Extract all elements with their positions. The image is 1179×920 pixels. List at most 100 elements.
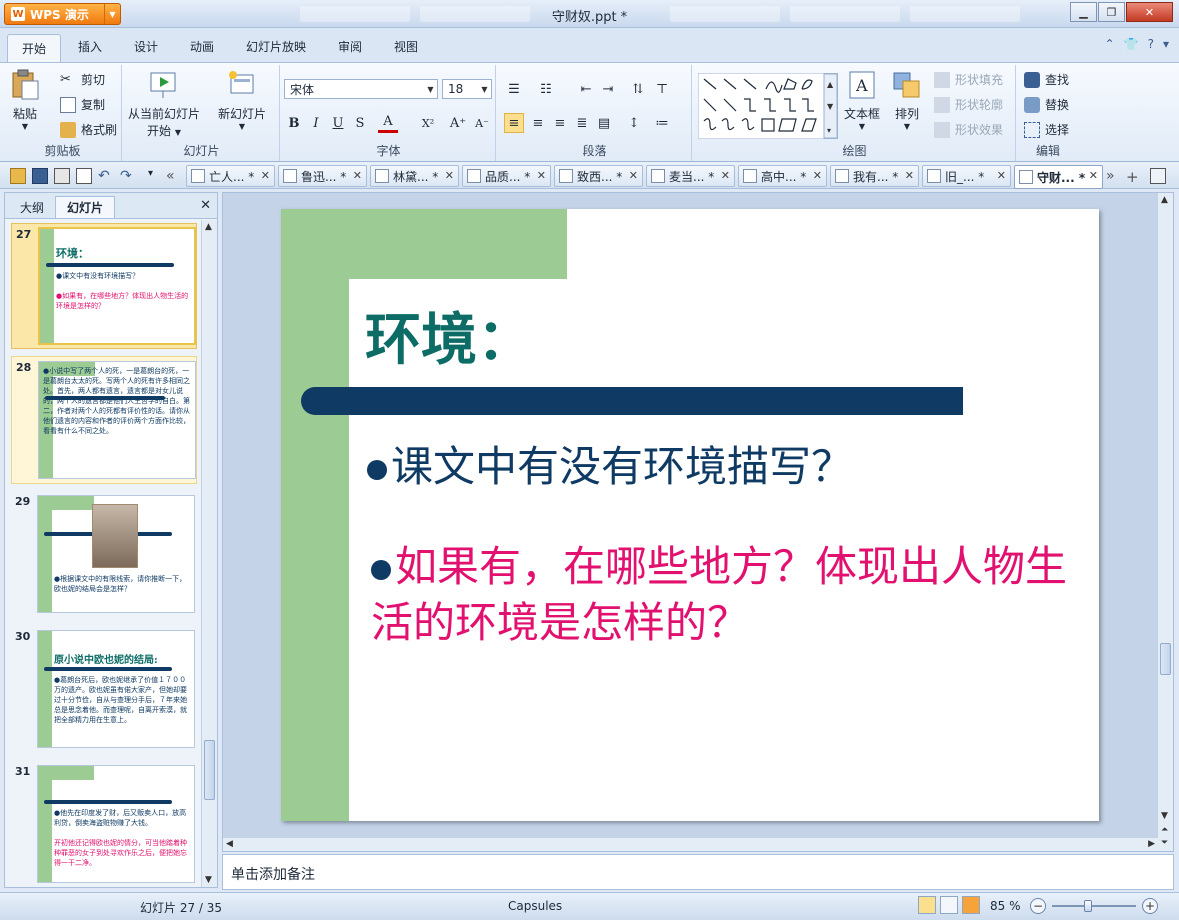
arrange-button[interactable]: 排列 ▼ <box>892 69 922 131</box>
close-tab-icon[interactable]: ✕ <box>629 169 638 182</box>
doc-tab[interactable]: 鲁迅... * ✕ <box>278 165 367 187</box>
tab-home[interactable]: 开始 <box>7 34 61 62</box>
slide-thumbnail-30[interactable]: 30 原小说中欧也妮的结局: ●葛朗台死后，欧也妮继承了价值１７００万的遗产。欧… <box>11 626 197 754</box>
underline-button[interactable]: U <box>328 113 348 133</box>
slide-horizontal-scrollbar[interactable]: ◀ ▶ <box>223 837 1158 851</box>
close-tab-icon[interactable]: ✕ <box>353 169 362 182</box>
font-name-select[interactable]: 宋体 ▼ <box>284 79 438 99</box>
next-slide-icon[interactable]: ⏷ <box>1161 838 1168 848</box>
cut-button[interactable]: ✂ 剪切 <box>60 71 105 88</box>
new-slide-button[interactable]: 新幻灯片 ▼ <box>218 69 266 131</box>
close-tab-icon[interactable]: ✕ <box>261 169 270 182</box>
normal-view-icon[interactable] <box>918 896 936 914</box>
close-tab-icon[interactable]: ✕ <box>1089 169 1098 182</box>
shape-effect-button[interactable]: 形状效果 <box>934 121 1003 138</box>
close-tab-icon[interactable]: ✕ <box>997 169 1006 182</box>
tab-review[interactable]: 审阅 <box>338 38 362 55</box>
distributed-icon[interactable]: ▤ <box>594 113 614 133</box>
scroll-up-icon[interactable]: ▲ <box>1161 195 1168 205</box>
redo-icon[interactable]: ↷ <box>120 168 136 184</box>
align-text-icon[interactable]: ⊤ <box>652 79 672 99</box>
new-tab-icon[interactable]: + <box>1126 168 1142 186</box>
align-right-icon[interactable]: ≡ <box>550 113 570 133</box>
doc-tab-active[interactable]: 守财... * ✕ <box>1014 165 1103 189</box>
scroll-down-icon[interactable]: ▼ <box>1161 811 1168 821</box>
play-from-current-button[interactable]: 从当前幻灯片 开始 ▼ <box>128 69 200 139</box>
close-tab-icon[interactable]: ✕ <box>445 169 454 182</box>
notes-pane[interactable]: 单击添加备注 <box>222 854 1174 890</box>
replace-button[interactable]: 替换 <box>1024 96 1069 113</box>
collapse-ribbon-icon[interactable]: ⌃ <box>1105 37 1115 51</box>
open-folder-icon[interactable] <box>10 168 26 184</box>
slide-sorter-view-icon[interactable] <box>940 896 958 914</box>
tab-slides[interactable]: 幻灯片 <box>55 196 115 218</box>
slide-thumbnail-31[interactable]: 31 ●他先在印度发了财，后又贩卖人口，放高利贷，倒卖海盗赃物赚了大钱。 开初他… <box>11 761 197 887</box>
font-color-button[interactable]: A <box>378 113 398 133</box>
scrollbar-thumb[interactable] <box>204 740 215 800</box>
doc-tab[interactable]: 品质... * ✕ <box>462 165 551 187</box>
text-direction-icon[interactable]: ⇅ <box>628 79 648 99</box>
slide-title[interactable]: 环境： <box>365 295 533 376</box>
skin-icon[interactable]: 👕 <box>1124 37 1139 51</box>
scroll-down-icon[interactable]: ▼ <box>205 875 212 885</box>
doc-tab[interactable]: 高中... * ✕ <box>738 165 827 187</box>
undo-icon[interactable]: ↶ <box>98 168 114 184</box>
find-button[interactable]: 查找 <box>1024 71 1069 88</box>
thumbnail-scrollbar[interactable]: ▲ ▼ <box>201 220 217 887</box>
slide-bullet-1[interactable]: 课文中有没有环境描写？ <box>367 433 853 494</box>
scroll-up-icon[interactable]: ▲ <box>205 222 212 232</box>
tab-list-icon[interactable] <box>1150 168 1166 184</box>
shape-outline-button[interactable]: 形状轮廓 <box>934 96 1003 113</box>
shrink-font-button[interactable]: A⁻ <box>472 113 492 133</box>
zoom-out-icon[interactable]: − <box>1030 898 1046 914</box>
doc-tab[interactable]: 致西... * ✕ <box>554 165 643 187</box>
doc-tab[interactable]: 旧_... * ✕ <box>922 165 1011 187</box>
close-button[interactable]: ✕ <box>1126 2 1173 22</box>
maximize-button[interactable]: ❐ <box>1098 2 1125 22</box>
bullets-icon[interactable]: ☰ <box>504 79 524 99</box>
decrease-indent-icon[interactable]: ⇤ <box>576 79 596 99</box>
doc-tab[interactable]: 麦当... * ✕ <box>646 165 735 187</box>
increase-indent-icon[interactable]: ⇥ <box>598 79 618 99</box>
zoom-in-icon[interactable]: + <box>1142 898 1158 914</box>
bold-button[interactable]: B <box>284 113 304 133</box>
paste-button[interactable]: 粘贴 ▼ <box>10 69 40 131</box>
grow-font-button[interactable]: A⁺ <box>448 113 468 133</box>
slide-thumbnail-28[interactable]: 28 ●小说中写了两个人的死，一是葛朗台的死，一是葛朗台太太的死。写两个人的死有… <box>11 356 197 484</box>
align-left-icon[interactable]: ≡ <box>504 113 524 133</box>
close-pane-icon[interactable]: ✕ <box>200 198 211 213</box>
doc-tab[interactable]: 林黛... * ✕ <box>370 165 459 187</box>
shapes-gallery[interactable]: ▲ ▼ ▾ <box>698 73 838 139</box>
help-icon[interactable]: ? <box>1148 37 1154 51</box>
scroll-right-icon[interactable]: ▶ <box>1148 839 1155 849</box>
slide-thumbnail-29[interactable]: 29 ●根据课文中的有限线索，请你推断一下，欧也妮的结局会是怎样？ <box>11 491 197 619</box>
italic-button[interactable]: I <box>306 113 326 133</box>
text-shadow-button[interactable]: S <box>350 113 370 133</box>
doc-tab[interactable]: 亡人... * ✕ <box>186 165 275 187</box>
chevron-down-icon[interactable]: ▾ <box>1163 37 1169 51</box>
scrollbar-thumb[interactable] <box>1160 643 1171 675</box>
zoom-slider[interactable] <box>1052 900 1136 912</box>
slide-bullet-2[interactable]: 如果有，在哪些地方？体现出人物生活的环境是怎样的？ <box>371 539 1071 651</box>
customize-toolbar-icon[interactable]: ▾ <box>148 168 164 184</box>
tab-outline[interactable]: 大纲 <box>9 196 55 218</box>
tab-insert[interactable]: 插入 <box>78 38 102 55</box>
textbox-button[interactable]: A 文本框 ▼ <box>844 69 880 131</box>
font-size-select[interactable]: 18 ▼ <box>442 79 492 99</box>
print-preview-icon[interactable] <box>76 168 92 184</box>
tab-slideshow[interactable]: 幻灯片放映 <box>246 38 306 55</box>
tab-scroll-right-icon[interactable]: » <box>1106 168 1122 184</box>
print-icon[interactable] <box>54 168 70 184</box>
zoom-slider-knob[interactable] <box>1083 900 1092 912</box>
minimize-button[interactable]: ▁ <box>1070 2 1097 22</box>
slide-thumbnail-27[interactable]: 27 环境： ●课文中有没有环境描写？ ●如果有，在哪些地方？体现出人物生活的环… <box>11 223 197 349</box>
close-tab-icon[interactable]: ✕ <box>813 169 822 182</box>
tab-scroll-left-icon[interactable]: « <box>166 168 182 184</box>
copy-button[interactable]: 复制 <box>60 96 105 113</box>
format-painter-button[interactable]: 格式刷 <box>60 121 117 138</box>
shape-fill-button[interactable]: 形状填充 <box>934 71 1003 88</box>
current-slide[interactable]: 环境： 课文中有没有环境描写？ 如果有，在哪些地方？体现出人物生活的环境是怎样的… <box>281 209 1099 821</box>
align-center-icon[interactable]: ≡ <box>528 113 548 133</box>
tab-design[interactable]: 设计 <box>134 38 158 55</box>
close-tab-icon[interactable]: ✕ <box>905 169 914 182</box>
